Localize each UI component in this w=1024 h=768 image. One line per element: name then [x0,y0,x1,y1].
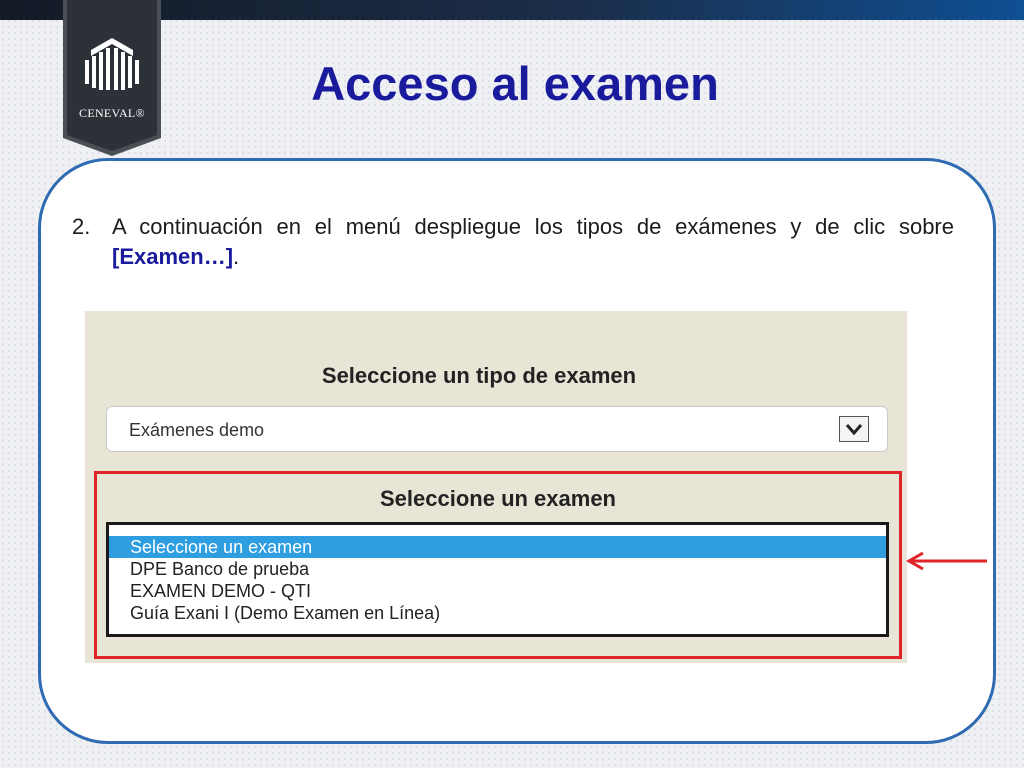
exam-option[interactable]: DPE Banco de prueba [109,558,886,580]
instruction-step: 2. A continuación en el menú despliegue … [72,212,954,272]
exam-type-dropdown[interactable]: Exámenes demo [106,406,888,452]
exam-listbox[interactable]: Seleccione un examen DPE Banco de prueba… [106,522,889,637]
exam-highlight-box: Seleccione un examen Seleccione un exame… [94,471,902,659]
step-text: A continuación en el menú despliegue los… [112,212,954,272]
exam-option[interactable]: Seleccione un examen [109,536,886,558]
exam-option[interactable]: EXAMEN DEMO - QTI [109,580,886,602]
ceneval-logo-icon [63,0,161,156]
step-number: 2. [72,214,91,239]
slide-title: Acceso al examen [311,57,719,110]
exam-type-label: Seleccione un tipo de examen [321,363,637,388]
step-text-main: A continuación en el menú despliegue los… [112,214,954,239]
exam-option[interactable]: Guía Exani I (Demo Examen en Línea) [109,602,886,624]
logo-wordmark: CENEVAL® [79,106,145,120]
step-text-end: . [233,244,240,269]
step-highlight: [Examen…] [112,244,234,269]
exam-type-value: Exámenes demo [129,420,265,440]
exam-label: Seleccione un examen [380,486,616,511]
left-arrow-icon [905,551,987,571]
chevron-down-icon[interactable] [839,416,869,442]
ceneval-logo: CENEVAL® [63,0,161,156]
exam-selection-panel: Seleccione un tipo de examen Exámenes de… [85,311,907,663]
